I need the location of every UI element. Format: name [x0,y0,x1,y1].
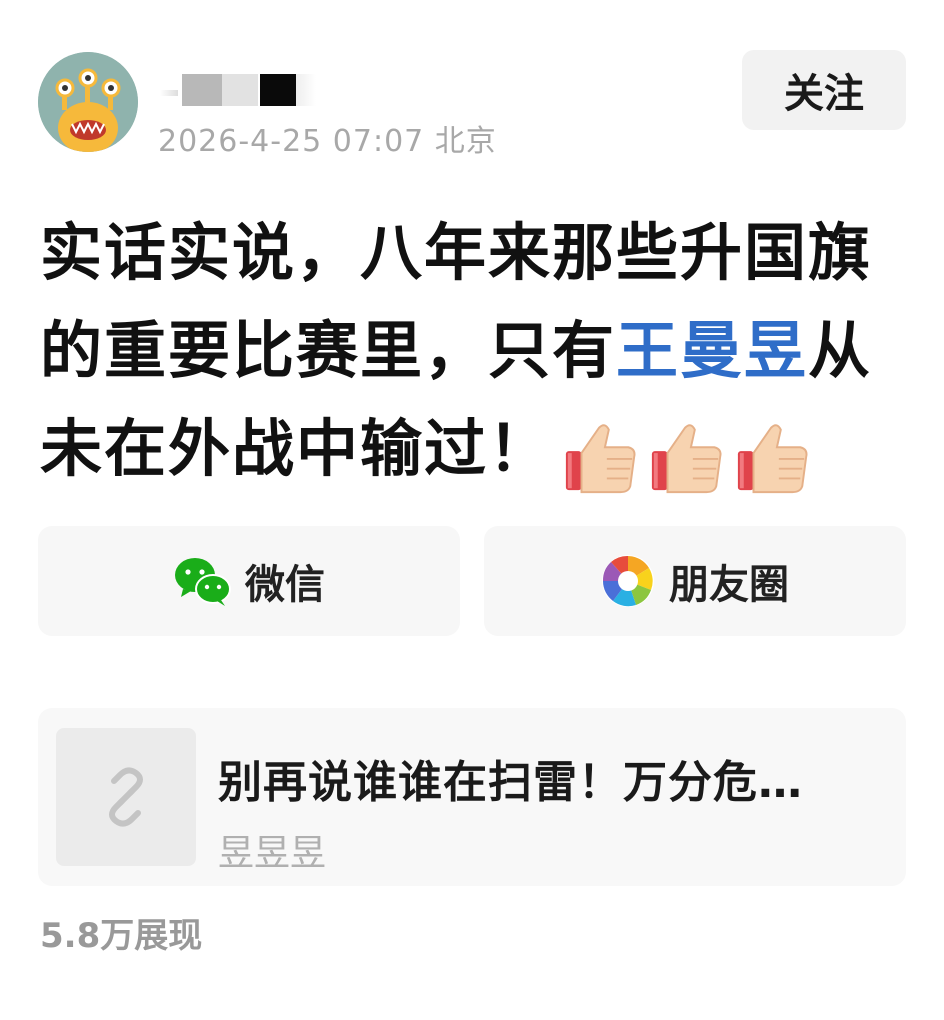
link-card[interactable]: 别再说谁谁在扫雷！万分危… 昱昱昱 [38,708,906,886]
location-text: 北京 [434,124,497,159]
moments-label: 朋友圈 [669,562,789,608]
mention-link[interactable]: 王曼昱 [616,314,808,387]
post-timestamp: 2026-4-25 07:07 北京 [158,116,497,160]
thumbs-up-icon [651,424,722,493]
share-moments-button[interactable]: 朋友圈 [484,526,906,636]
share-wechat-button[interactable]: 微信 [38,526,460,636]
link-title: 别再说谁谁在扫雷！万分危… [218,757,803,808]
timestamp-text: 2026-4-25 07:07 [158,124,425,159]
wechat-icon [173,555,231,607]
wechat-label: 微信 [245,562,325,608]
follow-button[interactable]: 关注 [742,50,906,130]
username-redacted [160,70,320,112]
thumbs-up-icon [737,424,808,493]
post-body: 实话实说，八年来那些升国旗的重要比赛里，只有王曼昱从未在外战中输过！ [40,204,910,502]
link-icon [109,767,143,827]
impressions-count: 5.8万展现 [40,916,203,956]
link-source: 昱昱昱 [218,833,327,874]
emoji-group [562,404,820,502]
avatar[interactable] [38,52,138,152]
moments-icon [601,554,655,608]
link-thumbnail [56,728,196,866]
thumbs-up-icon [565,424,636,493]
